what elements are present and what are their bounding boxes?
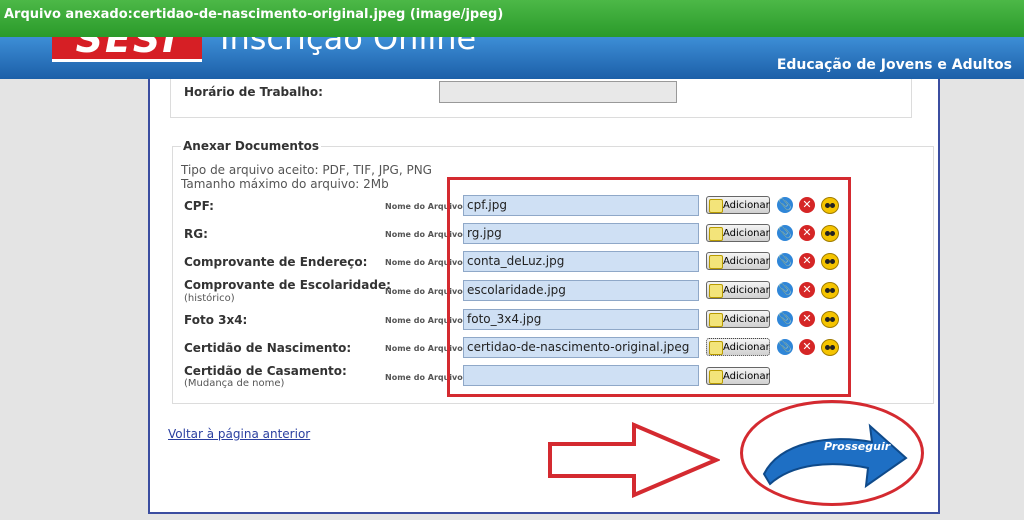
file-size-info: Tamanho máximo do arquivo: 2Mb bbox=[181, 177, 389, 191]
horario-input[interactable] bbox=[439, 81, 677, 103]
highlight-box bbox=[447, 177, 851, 397]
site-header: SESI Inscrição Online Educação de Jovens… bbox=[0, 37, 1024, 79]
back-link[interactable]: Voltar à página anterior bbox=[168, 427, 310, 441]
prosseguir-button[interactable] bbox=[760, 412, 910, 496]
doc-label: Comprovante de Escolaridade: bbox=[184, 278, 391, 292]
doc-sublabel: (histórico) bbox=[184, 293, 235, 304]
doc-label: Certidão de Nascimento: bbox=[184, 341, 352, 355]
upload-notice-bar: Arquivo anexado:certidao-de-nascimento-o… bbox=[0, 0, 1024, 37]
header-subtitle: Educação de Jovens e Adultos bbox=[776, 57, 1012, 73]
prosseguir-label: Prosseguir bbox=[824, 440, 891, 453]
anexar-legend: Anexar Documentos bbox=[181, 139, 322, 153]
work-info-fieldset: Horário de Trabalho: bbox=[170, 79, 912, 118]
arrow-right-annotation bbox=[548, 422, 720, 498]
doc-label: RG: bbox=[184, 227, 208, 241]
horario-label: Horário de Trabalho: bbox=[184, 85, 323, 99]
doc-label: Certidão de Casamento: bbox=[184, 364, 347, 378]
doc-label: CPF: bbox=[184, 199, 214, 213]
doc-label: Comprovante de Endereço: bbox=[184, 255, 368, 269]
upload-notice-text: Arquivo anexado:certidao-de-nascimento-o… bbox=[4, 7, 504, 22]
logo-stripe bbox=[52, 59, 202, 62]
doc-sublabel: (Mudança de nome) bbox=[184, 378, 285, 389]
header-title: Inscrição Online bbox=[220, 37, 477, 57]
sesi-logo: SESI bbox=[52, 37, 202, 61]
file-type-info: Tipo de arquivo aceito: PDF, TIF, JPG, P… bbox=[181, 163, 432, 177]
doc-label: Foto 3x4: bbox=[184, 313, 248, 327]
